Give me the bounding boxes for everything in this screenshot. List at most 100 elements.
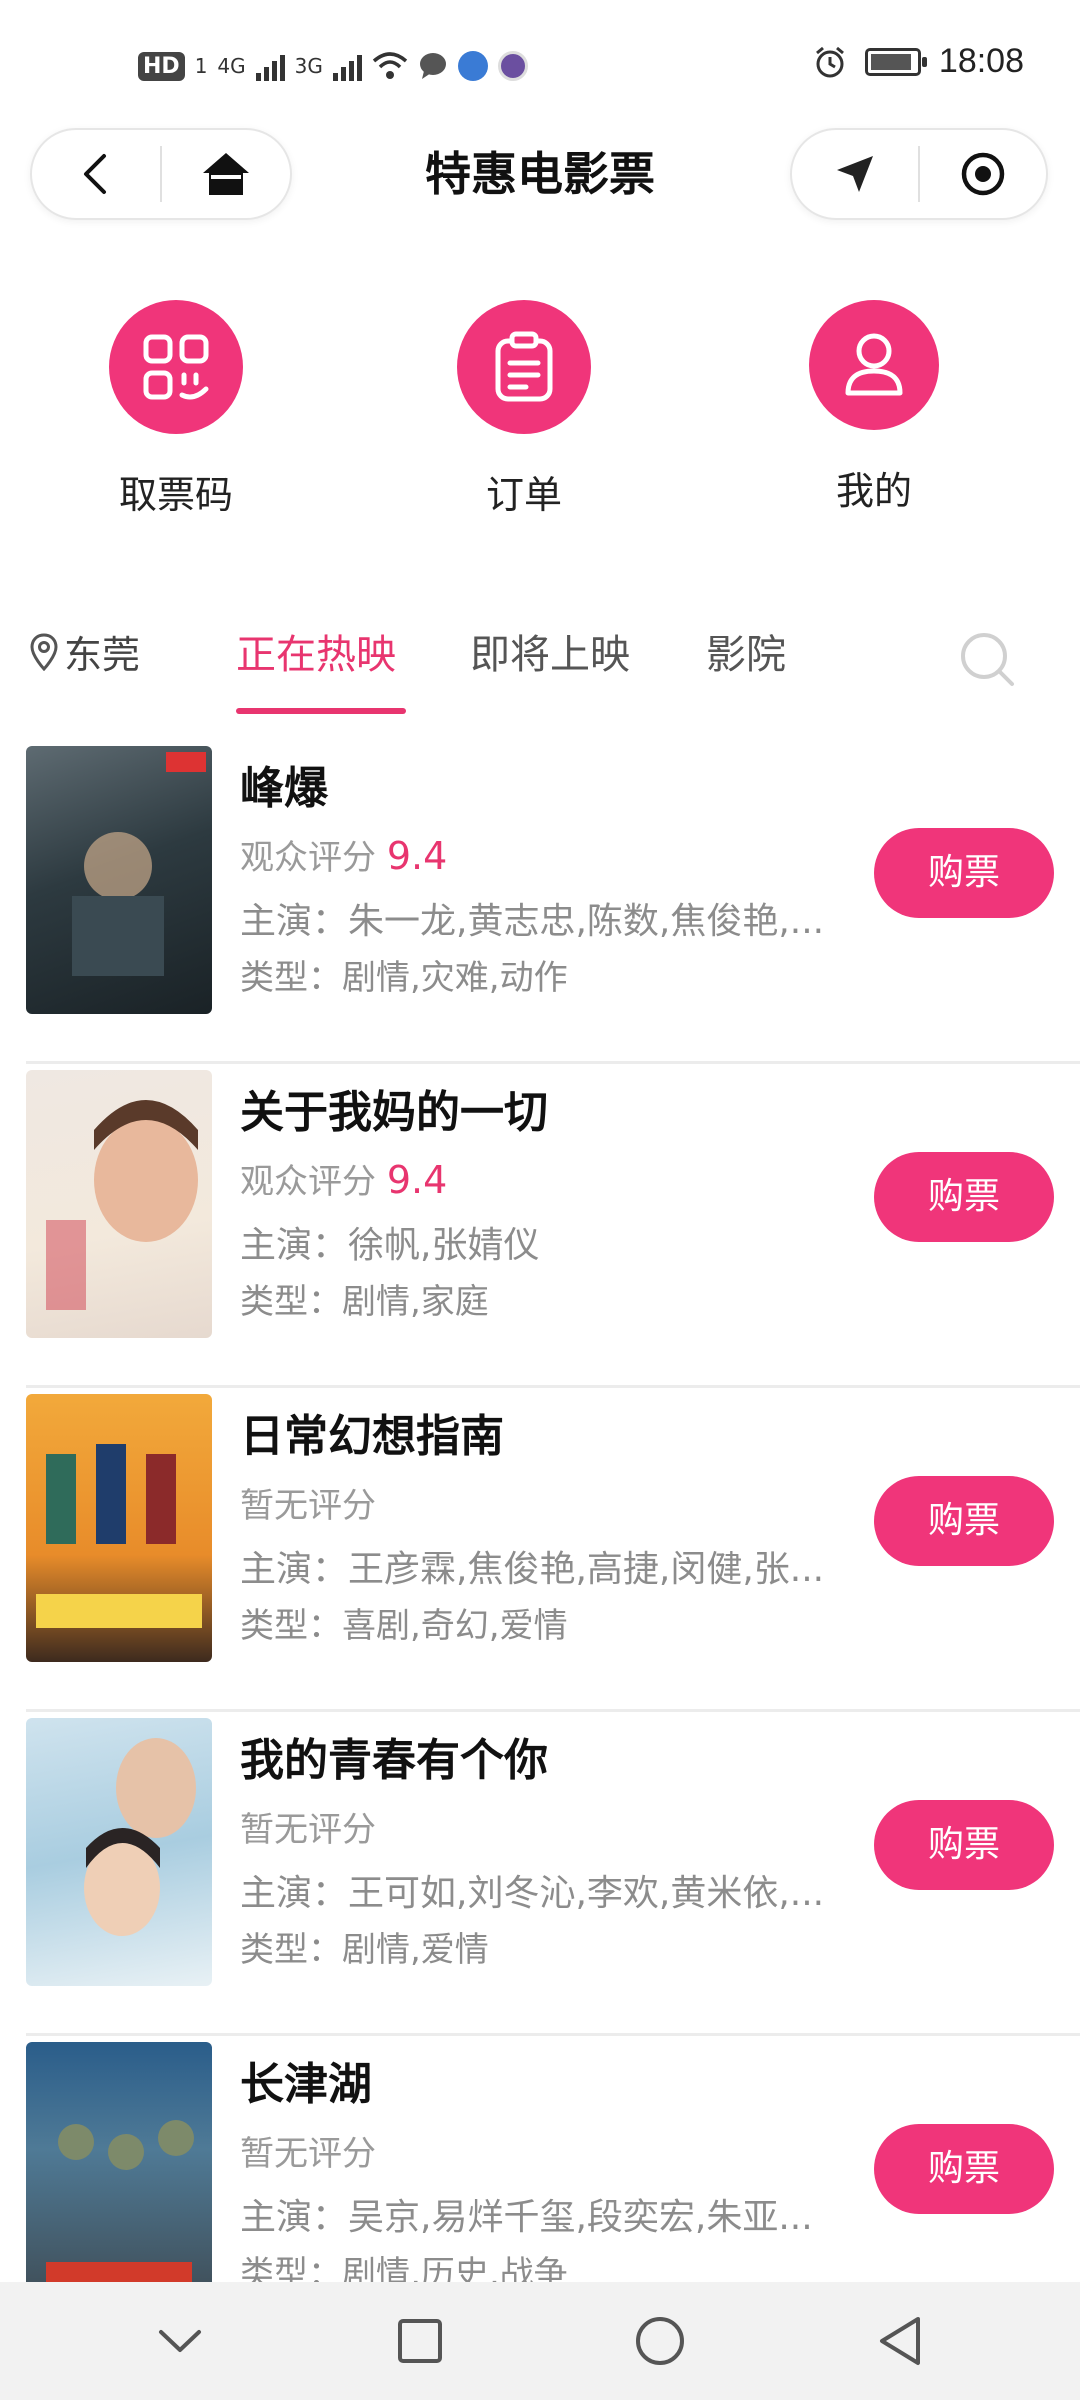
- quick-actions: 取票码 订单 我的: [0, 300, 1080, 530]
- movie-title: 关于我妈的一切: [240, 1087, 548, 1138]
- sim-number: 1: [194, 54, 208, 78]
- network-type-1: 4G: [217, 54, 246, 78]
- location-pin-icon: [30, 632, 58, 671]
- movie-item[interactable]: 日常幻想指南 暂无评分 主演：王彦霖,焦俊艳,高捷,闵健,张... 类型：喜剧,…: [26, 1388, 1080, 1712]
- movie-poster: [26, 746, 212, 1014]
- wifi-icon: [372, 52, 408, 79]
- tab-cinemas[interactable]: 影院: [706, 622, 786, 680]
- city-selector[interactable]: 东莞: [30, 624, 140, 679]
- tab-now-showing[interactable]: 正在热映: [236, 622, 396, 680]
- buy-ticket-button[interactable]: 购票: [874, 2124, 1054, 2214]
- movie-title: 我的青春有个你: [240, 1735, 548, 1786]
- city-label: 东莞: [64, 633, 141, 677]
- network-type-2: 3G: [294, 54, 323, 78]
- active-tab-indicator: [236, 708, 406, 714]
- orders-label: 订单: [485, 473, 562, 517]
- nav-capsule: [30, 128, 292, 220]
- tab-coming-soon[interactable]: 即将上映: [470, 622, 630, 680]
- my-profile-label: 我的: [835, 469, 912, 513]
- buy-ticket-button[interactable]: 购票: [874, 828, 1054, 918]
- location-button[interactable]: [792, 130, 918, 218]
- nav-home-button[interactable]: [600, 2282, 720, 2400]
- back-button[interactable]: [32, 130, 160, 218]
- back-arrow-icon: [84, 154, 106, 194]
- ticket-code-icon-circle: [109, 300, 243, 434]
- ticket-code-button[interactable]: 取票码: [76, 300, 276, 519]
- system-nav-bar: [0, 2282, 1080, 2400]
- status-bar: HD 1 4G 3G 18:08: [0, 0, 1080, 130]
- triangle-back-icon: [880, 2317, 920, 2365]
- hd-badge: HD: [138, 51, 185, 81]
- movie-poster: [26, 2042, 212, 2310]
- order-clipboard-icon: [495, 331, 553, 402]
- rating-label: 观众评分: [240, 838, 376, 878]
- menu-capsule: [790, 128, 1048, 220]
- user-icon: [845, 333, 903, 396]
- buy-ticket-button[interactable]: 购票: [874, 1476, 1054, 1566]
- app-notification-icon-2: [497, 51, 528, 81]
- app-notification-icon: [457, 51, 488, 81]
- movie-poster: [26, 1070, 212, 1338]
- movie-genre: 类型：剧情,灾难,动作: [240, 958, 568, 998]
- movie-rating: 暂无评分: [240, 1478, 376, 1527]
- movie-cast: 主演：吴京,易烊千玺,段奕宏,朱亚...: [240, 2197, 813, 2238]
- orders-button[interactable]: 订单: [424, 300, 624, 519]
- movie-cast: 主演：徐帆,张婧仪: [240, 1225, 540, 1266]
- search-icon: [961, 633, 1014, 686]
- movie-rating: 暂无评分: [240, 1802, 376, 1851]
- nav-recents-button[interactable]: [360, 2282, 480, 2400]
- screen: HD 1 4G 3G 18:08 特惠电影票 取票码 订单 我的 东莞 正在热映…: [0, 0, 1080, 2400]
- movie-genre: 类型：剧情,家庭: [240, 1282, 489, 1322]
- movie-title: 日常幻想指南: [240, 1411, 504, 1462]
- target-circle-icon: [961, 152, 1005, 196]
- search-button[interactable]: [958, 630, 1016, 692]
- movie-list: 峰爆 观众评分 9.4 主演：朱一龙,黄志忠,陈数,焦俊艳,... 类型：剧情,…: [0, 740, 1080, 2360]
- buy-ticket-button[interactable]: 购票: [874, 1152, 1054, 1242]
- movie-cast: 主演：朱一龙,黄志忠,陈数,焦俊艳,...: [240, 901, 825, 942]
- user-icon-circle: [809, 300, 939, 430]
- rating-score: 9.4: [386, 1158, 448, 1202]
- square-recents-icon: [398, 2319, 442, 2363]
- chevron-down-icon: [159, 2330, 201, 2352]
- movie-rating: 暂无评分: [240, 2126, 376, 2175]
- signal-icon-2: [332, 51, 362, 81]
- rating-label: 暂无评分: [240, 1486, 376, 1526]
- battery-icon: [864, 47, 927, 76]
- ticket-code-icon: [143, 334, 209, 400]
- movie-poster: [26, 1394, 212, 1662]
- movie-rating: 观众评分 9.4: [240, 830, 447, 879]
- movie-genre: 类型：喜剧,奇幻,爱情: [240, 1606, 568, 1646]
- rating-label: 观众评分: [240, 1162, 376, 1202]
- movie-title: 峰爆: [240, 763, 328, 814]
- nav-back-button[interactable]: [840, 2282, 960, 2400]
- movie-genre: 类型：剧情,爱情: [240, 1930, 489, 1970]
- movie-poster: [26, 1718, 212, 1986]
- location-arrow-icon: [837, 156, 873, 192]
- title-bar: 特惠电影票: [0, 128, 1080, 220]
- rating-label: 暂无评分: [240, 1810, 376, 1850]
- my-profile-button[interactable]: 我的: [774, 300, 974, 515]
- circle-home-icon: [636, 2317, 684, 2365]
- ticket-code-label: 取票码: [118, 473, 233, 517]
- status-right: 18:08: [813, 42, 1024, 81]
- movie-item[interactable]: 我的青春有个你 暂无评分 主演：王可如,刘冬沁,李欢,黄米依,... 类型：剧情…: [26, 1712, 1080, 2036]
- movie-item[interactable]: 关于我妈的一切 观众评分 9.4 主演：徐帆,张婧仪 类型：剧情,家庭 购票: [26, 1064, 1080, 1388]
- clock: 18:08: [938, 42, 1024, 80]
- status-left: HD 1 4G 3G: [138, 46, 528, 86]
- movie-title: 长津湖: [240, 2059, 372, 2110]
- signal-icon: [255, 51, 285, 81]
- home-button[interactable]: [162, 130, 290, 218]
- tab-bar: 东莞 正在热映 即将上映 影院: [0, 610, 1080, 720]
- nav-hide-button[interactable]: [120, 2282, 240, 2400]
- buy-ticket-button[interactable]: 购票: [874, 1800, 1054, 1890]
- order-icon-circle: [457, 300, 591, 434]
- rating-score: 9.4: [386, 834, 448, 878]
- movie-cast: 主演：王彦霖,焦俊艳,高捷,闵健,张...: [240, 1549, 825, 1590]
- alarm-icon: [815, 46, 844, 77]
- message-icon: [419, 53, 446, 79]
- movie-cast: 主演：王可如,刘冬沁,李欢,黄米依,...: [240, 1873, 825, 1914]
- movie-rating: 观众评分 9.4: [240, 1154, 447, 1203]
- movie-item[interactable]: 峰爆 观众评分 9.4 主演：朱一龙,黄志忠,陈数,焦俊艳,... 类型：剧情,…: [26, 740, 1080, 1064]
- rating-label: 暂无评分: [240, 2134, 376, 2174]
- close-miniapp-button[interactable]: [920, 130, 1046, 218]
